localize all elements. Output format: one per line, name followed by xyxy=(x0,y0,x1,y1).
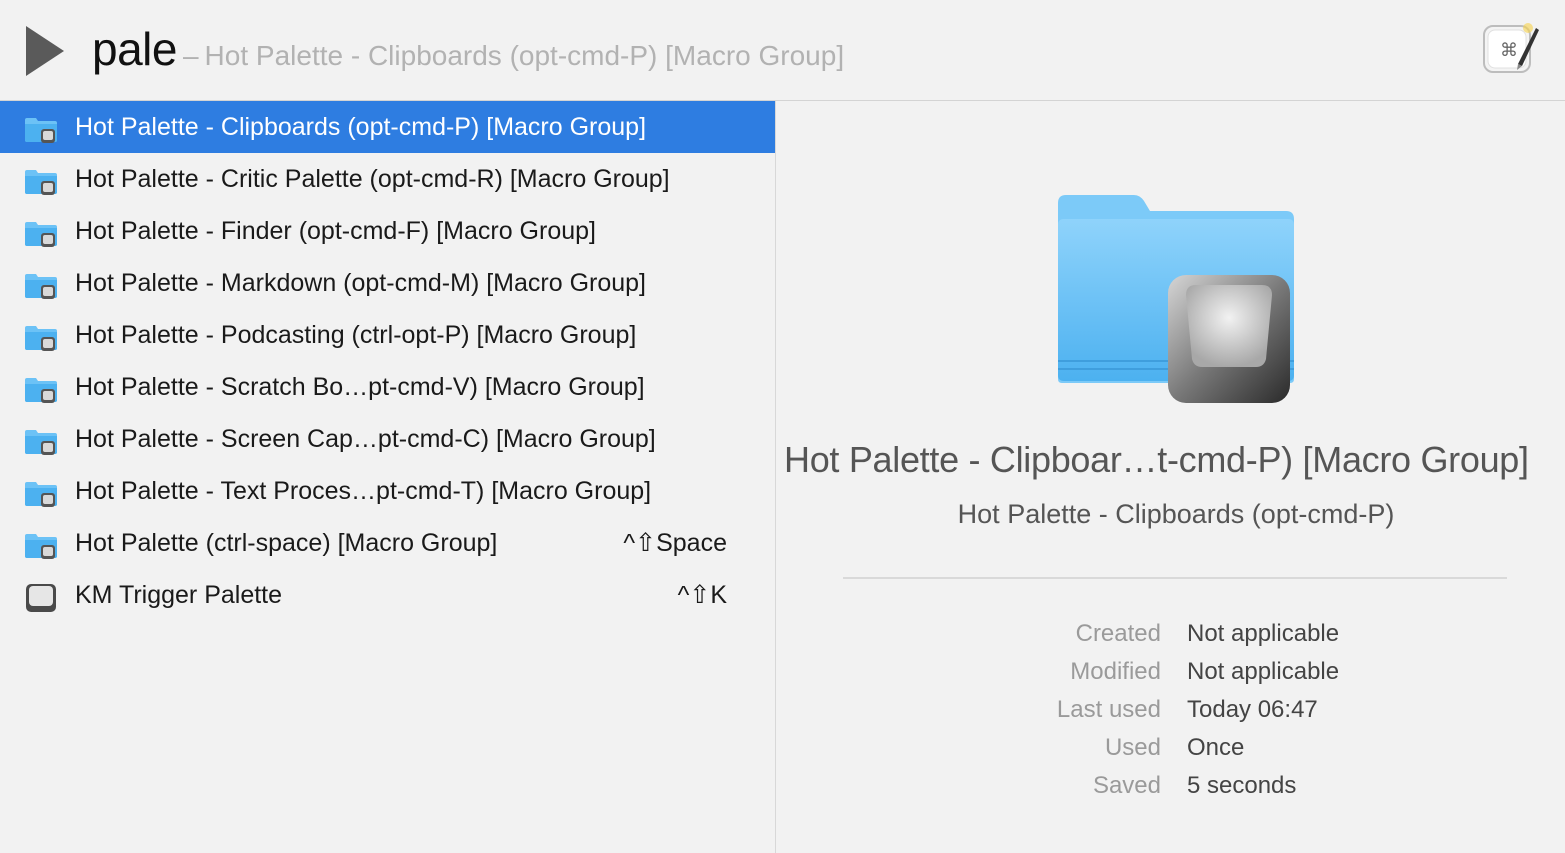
macro-group-folder-icon xyxy=(24,530,58,559)
results-list: Hot Palette - Clipboards (opt-cmd-P) [Ma… xyxy=(0,101,776,853)
detail-pane: Hot Palette - Clipboar…t-cmd-P) [Macro G… xyxy=(776,101,1565,853)
result-row[interactable]: Hot Palette (ctrl-space) [Macro Group] ^⇧… xyxy=(0,517,775,569)
result-label: Hot Palette (ctrl-space) [Macro Group] xyxy=(75,529,498,557)
result-row[interactable]: Hot Palette - Markdown (opt-cmd-M) [Macr… xyxy=(0,257,775,309)
info-value: Once xyxy=(1187,734,1245,761)
info-row: Used Once xyxy=(776,729,1565,767)
info-key: Modified xyxy=(1070,658,1161,685)
detail-divider xyxy=(843,577,1507,579)
macro-group-folder-icon xyxy=(24,166,58,195)
macro-group-folder-icon xyxy=(24,218,58,247)
info-key: Used xyxy=(1104,734,1161,761)
info-value: Not applicable xyxy=(1187,620,1340,647)
macro-group-folder-icon xyxy=(24,270,58,299)
macro-group-folder-icon xyxy=(24,426,58,455)
info-key: Saved xyxy=(1092,772,1161,799)
info-row: Saved 5 seconds xyxy=(776,767,1565,805)
info-row: Modified Not applicable xyxy=(776,653,1565,691)
detail-subtitle: Hot Palette - Clipboards (opt-cmd-P) xyxy=(957,499,1395,529)
result-label: Hot Palette - Screen Cap…pt-cmd-C) [Macr… xyxy=(75,425,656,453)
result-row[interactable]: Hot Palette - Clipboards (opt-cmd-P) [Ma… xyxy=(0,101,775,153)
result-row[interactable]: Hot Palette - Critic Palette (opt-cmd-R)… xyxy=(0,153,775,205)
play-icon[interactable] xyxy=(26,26,64,76)
result-label: Hot Palette - Text Proces…pt-cmd-T) [Mac… xyxy=(75,477,652,505)
result-row[interactable]: Hot Palette - Screen Cap…pt-cmd-C) [Macr… xyxy=(0,413,775,465)
info-key: Last used xyxy=(1056,696,1161,723)
search-query[interactable]: pale xyxy=(92,23,177,75)
result-label: Hot Palette - Critic Palette (opt-cmd-R)… xyxy=(75,165,670,193)
macro-group-folder-icon xyxy=(24,478,58,507)
search-field[interactable]: pale – Hot Palette - Clipboards (opt-cmd-P… xyxy=(92,22,844,76)
keyboard-maestro-app-icon[interactable]: ⌘ xyxy=(1478,16,1542,80)
result-label: KM Trigger Palette xyxy=(75,581,283,609)
search-suggestion: Hot Palette - Clipboards (opt-cmd-P) [Ma… xyxy=(204,40,845,71)
result-row[interactable]: Hot Palette - Podcasting (ctrl-opt-P) [M… xyxy=(0,309,775,361)
info-value: 5 seconds xyxy=(1187,772,1297,799)
result-shortcut: ^⇧K xyxy=(677,581,727,609)
result-row[interactable]: Hot Palette - Finder (opt-cmd-F) [Macro … xyxy=(0,205,775,257)
result-label: Hot Palette - Markdown (opt-cmd-M) [Macr… xyxy=(75,269,646,297)
macro-group-folder-icon xyxy=(24,374,58,403)
search-separator: – xyxy=(182,40,199,71)
info-row: Last used Today 06:47 xyxy=(776,691,1565,729)
result-label: Hot Palette - Finder (opt-cmd-F) [Macro … xyxy=(75,217,596,245)
result-label: Hot Palette - Podcasting (ctrl-opt-P) [M… xyxy=(75,321,637,349)
macro-group-folder-icon xyxy=(1058,195,1294,403)
result-label: Hot Palette - Scratch Bo…pt-cmd-V) [Macr… xyxy=(75,373,645,401)
keyboard-key-icon xyxy=(24,582,58,612)
result-row[interactable]: KM Trigger Palette ^⇧K xyxy=(0,569,775,621)
macro-group-folder-icon xyxy=(24,114,58,143)
info-key: Created xyxy=(1075,620,1161,647)
svg-text:⌘: ⌘ xyxy=(1500,40,1518,61)
result-label: Hot Palette - Clipboards (opt-cmd-P) [Ma… xyxy=(75,113,647,141)
result-row[interactable]: Hot Palette - Text Proces…pt-cmd-T) [Mac… xyxy=(0,465,775,517)
result-shortcut: ^⇧Space xyxy=(623,529,727,557)
search-bar: pale – Hot Palette - Clipboards (opt-cmd-P… xyxy=(0,0,1565,101)
result-row[interactable]: Hot Palette - Scratch Bo…pt-cmd-V) [Macr… xyxy=(0,361,775,413)
info-row: Created Not applicable xyxy=(776,615,1565,653)
detail-title: Hot Palette - Clipboar…t-cmd-P) [Macro G… xyxy=(784,439,1529,480)
info-value: Today 06:47 xyxy=(1187,696,1318,723)
macro-group-folder-icon xyxy=(24,322,58,351)
info-value: Not applicable xyxy=(1187,658,1340,685)
